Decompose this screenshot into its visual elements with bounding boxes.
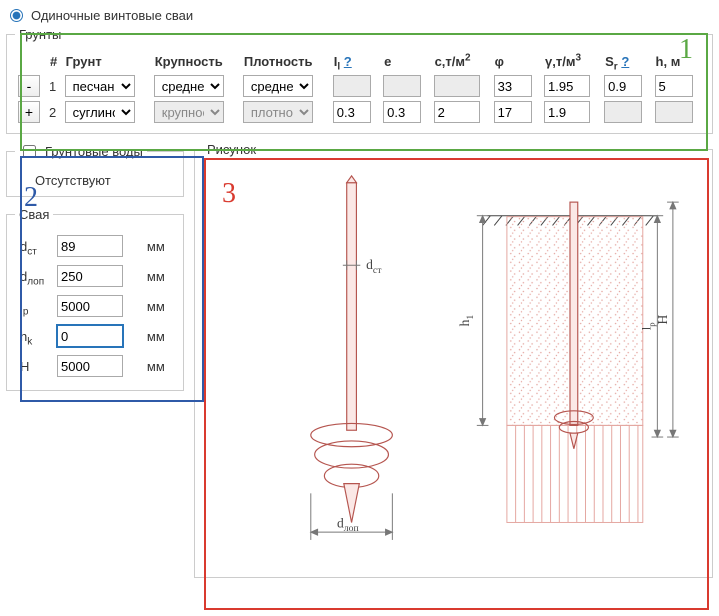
c-input[interactable] — [434, 75, 480, 97]
col-gamma: γ,т/м3 — [543, 52, 601, 71]
soil-coarse-select[interactable]: средней — [154, 75, 224, 97]
col-sr: Sr ? — [603, 52, 651, 71]
phi-input[interactable] — [494, 101, 532, 123]
pile-diagram: dст dлоп — [201, 173, 706, 571]
col-coarse: Крупность — [153, 52, 240, 71]
h-input[interactable] — [655, 75, 693, 97]
sr-help-icon[interactable]: ? — [621, 54, 629, 69]
annotation-label-1: 1 — [679, 34, 693, 66]
col-c: c,т/м2 — [433, 52, 491, 71]
soils-legend: Грунты — [15, 27, 65, 42]
pile-param-label: dст — [19, 234, 52, 258]
soil-coarse-select[interactable]: крупность — [154, 101, 224, 123]
pile-param-unit: мм — [146, 324, 171, 348]
col-num: # — [48, 52, 62, 71]
pile-type-label: Одиночные винтовые сваи — [31, 8, 193, 23]
annotation-label-3: 3 — [222, 178, 236, 210]
gamma-input[interactable] — [544, 101, 590, 123]
soils-fieldset: Грунты # Грунт Крупность Плотность Il ? … — [6, 27, 713, 134]
il-input[interactable] — [333, 101, 371, 123]
pile-param-label: lр — [19, 294, 52, 318]
pile-fieldset: Свая dстммdлопммlрммhkммHмм — [6, 207, 184, 391]
pile-param-unit: мм — [146, 354, 171, 378]
pile-param-unit: мм — [146, 294, 171, 318]
groundwater-legend: Грунтовые воды — [45, 144, 143, 159]
il-help-icon[interactable]: ? — [344, 54, 352, 69]
pile-param-unit: мм — [146, 264, 171, 288]
svg-text:dст: dст — [366, 257, 382, 276]
pile-param-unit: мм — [146, 234, 171, 258]
svg-text:h1: h1 — [457, 315, 476, 327]
pile-param-input[interactable] — [57, 355, 123, 377]
soil-row-num: 1 — [48, 75, 62, 97]
pile-param-label: H — [19, 354, 52, 378]
col-soil: Грунт — [64, 52, 151, 71]
col-e: e — [382, 52, 430, 71]
soil-row-btn[interactable]: - — [18, 75, 40, 97]
soil-density-select[interactable]: плотность — [243, 101, 313, 123]
c-input[interactable] — [434, 101, 480, 123]
svg-text:H: H — [655, 314, 670, 324]
col-h: h, м — [654, 52, 702, 71]
annotation-label-2: 2 — [24, 182, 38, 214]
e-input[interactable] — [383, 75, 421, 97]
sr-input[interactable] — [604, 75, 642, 97]
gamma-input[interactable] — [544, 75, 590, 97]
pile-param-input[interactable] — [57, 325, 123, 347]
soil-density-select[interactable]: средней — [243, 75, 313, 97]
pile-param-label: hk — [19, 324, 52, 348]
soil-type-select[interactable]: суглинок — [65, 101, 135, 123]
groundwater-checkbox[interactable] — [23, 145, 36, 158]
phi-input[interactable] — [494, 75, 532, 97]
sr-input[interactable] — [604, 101, 642, 123]
soil-row-num: 2 — [48, 101, 62, 123]
drawing-fieldset: Рисунок — [194, 142, 713, 578]
pile-param-label: dлоп — [19, 264, 52, 288]
col-il: Il ? — [332, 52, 380, 71]
col-phi: φ — [493, 52, 541, 71]
soil-type-select[interactable]: песчаный — [65, 75, 135, 97]
groundwater-value: Отсутствуют — [15, 167, 175, 190]
drawing-legend: Рисунок — [203, 142, 260, 157]
pile-param-input[interactable] — [57, 265, 123, 287]
h-input[interactable] — [655, 101, 693, 123]
col-density: Плотность — [242, 52, 330, 71]
soil-row-btn[interactable]: + — [18, 101, 40, 123]
pile-type-radio[interactable] — [10, 9, 23, 22]
e-input[interactable] — [383, 101, 421, 123]
il-input[interactable] — [333, 75, 371, 97]
pile-param-input[interactable] — [57, 295, 123, 317]
svg-text:dлоп: dлоп — [337, 515, 359, 534]
pile-param-input[interactable] — [57, 235, 123, 257]
